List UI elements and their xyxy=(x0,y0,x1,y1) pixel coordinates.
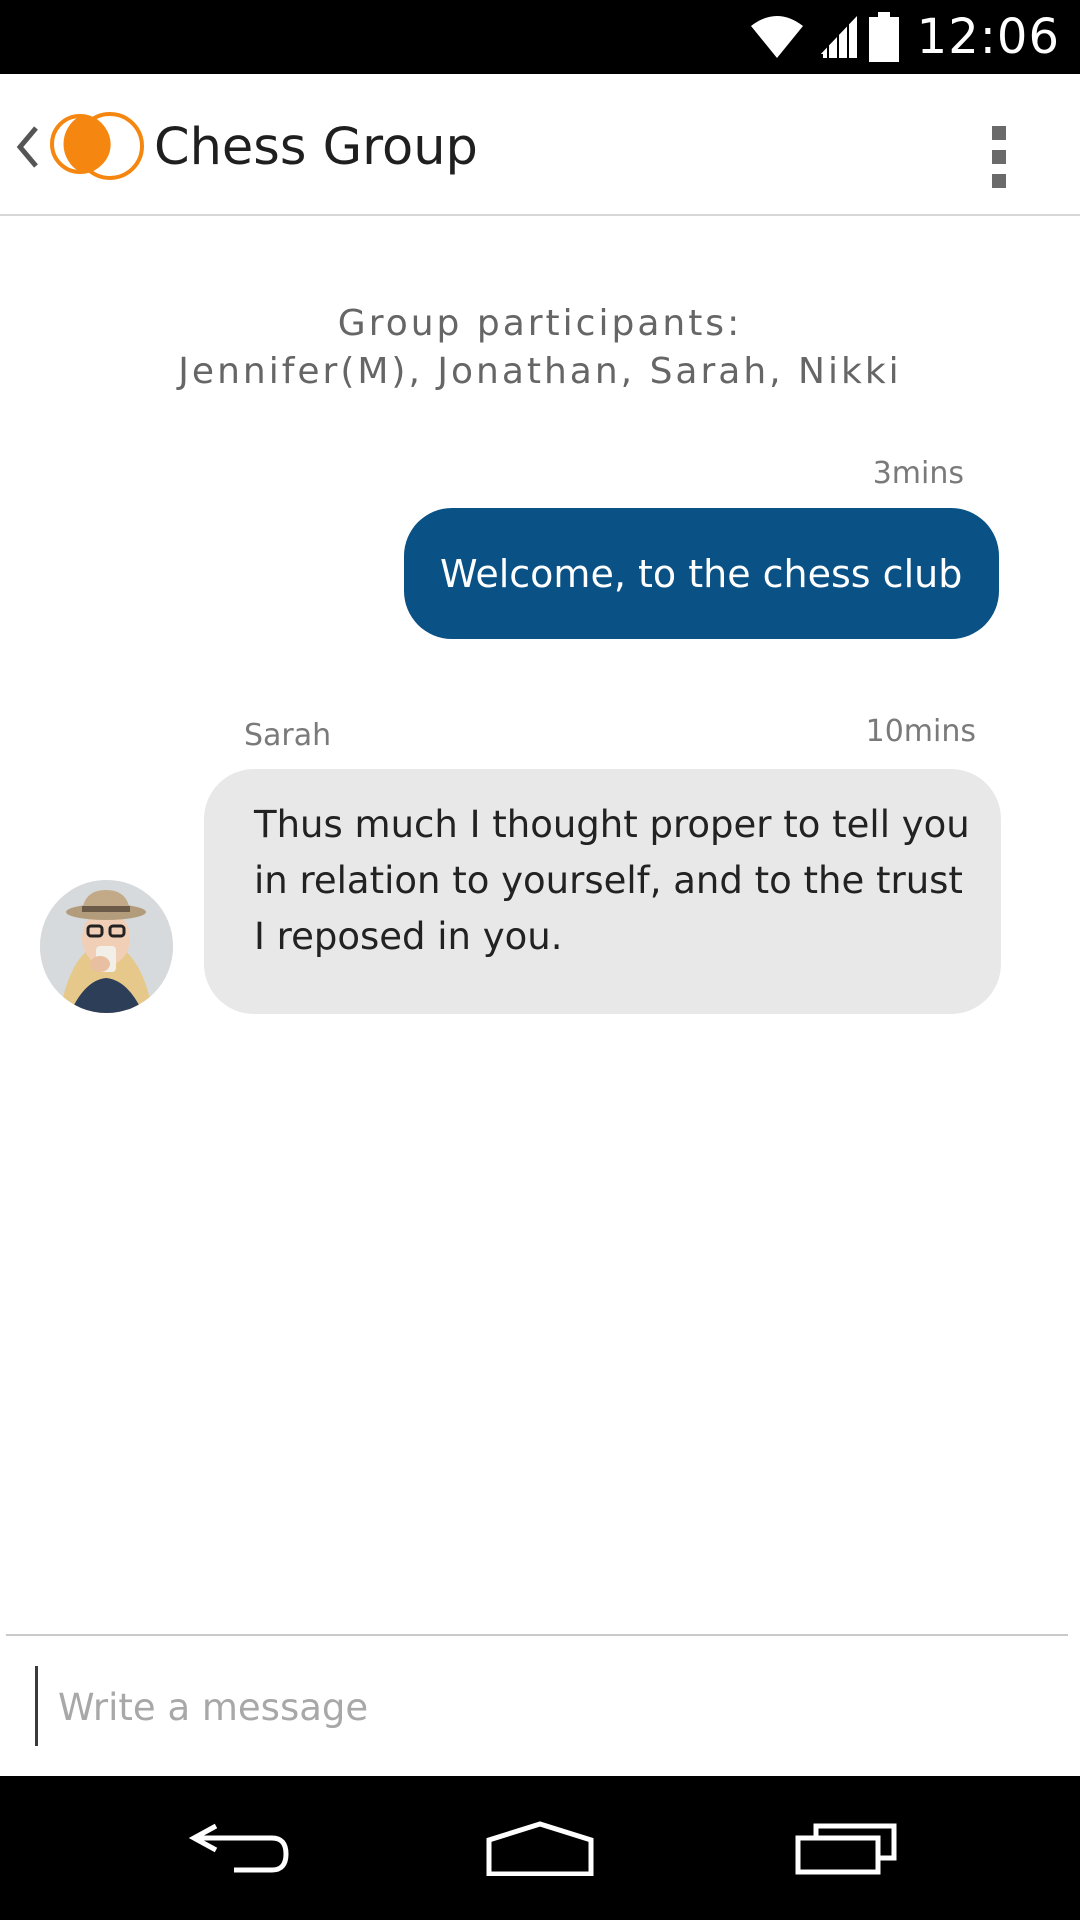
composer-divider xyxy=(6,1634,1068,1636)
home-nav-icon xyxy=(486,1821,594,1876)
text-cursor xyxy=(35,1666,38,1746)
message-composer xyxy=(0,1634,1080,1776)
status-time: 12:06 xyxy=(916,9,1060,65)
nav-recents-button[interactable] xyxy=(776,1776,916,1920)
nav-back-button[interactable] xyxy=(170,1776,310,1920)
status-icons: 12:06 xyxy=(749,0,1060,74)
wifi-icon xyxy=(750,16,803,58)
header-title: Chess Group xyxy=(154,118,478,177)
message-sender-name: Sarah xyxy=(244,718,332,753)
nav-home-button[interactable] xyxy=(470,1776,610,1920)
back-button[interactable] xyxy=(8,112,48,182)
app-header: Chess Group xyxy=(0,74,1080,216)
participants-list: Jennifer(M), Jonathan, Sarah, Nikki xyxy=(178,351,902,392)
chevron-left-icon xyxy=(16,126,38,168)
recents-nav-icon xyxy=(795,1823,897,1875)
chat-area[interactable]: Group participants: Jennifer(M), Jonatha… xyxy=(0,216,1080,1636)
more-vertical-icon xyxy=(992,126,1006,140)
group-participants: Group participants: Jennifer(M), Jonatha… xyxy=(0,300,1080,396)
incoming-message-bubble[interactable]: Thus much I thought proper to tell you i… xyxy=(204,769,1001,1014)
app-logo-icon xyxy=(50,112,144,180)
status-bar: 12:06 xyxy=(0,0,1080,74)
message-timestamp: 10mins xyxy=(865,714,976,749)
message-input[interactable] xyxy=(46,1664,1046,1750)
system-nav-bar xyxy=(0,1776,1080,1920)
sender-avatar-image xyxy=(40,880,173,1013)
participants-heading: Group participants: xyxy=(337,303,743,344)
overflow-menu-button[interactable] xyxy=(976,114,1022,200)
battery-icon xyxy=(868,12,899,62)
signal-icon xyxy=(816,16,857,58)
avatar[interactable] xyxy=(40,880,173,1013)
outgoing-message-bubble[interactable]: Welcome, to the chess club xyxy=(404,508,999,639)
message-timestamp: 3mins xyxy=(872,456,964,491)
back-nav-icon xyxy=(188,1823,289,1873)
